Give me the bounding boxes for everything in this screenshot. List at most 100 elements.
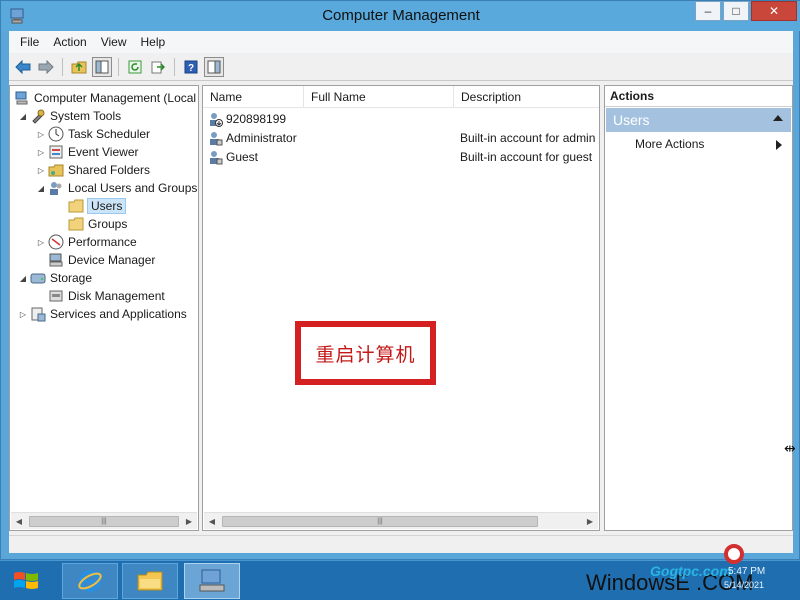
- expanded-arrow-icon[interactable]: ◢: [36, 184, 46, 193]
- start-button[interactable]: [6, 565, 46, 597]
- minimize-button[interactable]: –: [695, 1, 721, 21]
- column-header-description[interactable]: Description: [454, 86, 600, 108]
- tree-item-storage[interactable]: ◢ Storage: [18, 269, 92, 287]
- tree-item-local-users-groups[interactable]: ◢ Local Users and Groups: [36, 179, 197, 197]
- scrollbar-thumb[interactable]: |||: [222, 516, 538, 527]
- collapse-caret-icon[interactable]: [773, 115, 783, 121]
- clock-date[interactable]: 5/14/2021: [724, 580, 764, 590]
- export-list-icon: [151, 61, 165, 73]
- annotation-text: 重启计算机: [315, 343, 416, 366]
- list-horizontal-scrollbar[interactable]: ◀ ||| ▶: [204, 512, 598, 529]
- more-actions-item[interactable]: More Actions: [635, 137, 704, 151]
- user-full-name: [311, 110, 451, 129]
- tree-item-shared-folders[interactable]: ▷ Shared Folders: [36, 161, 150, 179]
- expanded-arrow-icon[interactable]: ◢: [18, 112, 28, 121]
- actions-title: Actions: [605, 86, 792, 107]
- close-button[interactable]: ✕: [751, 1, 797, 21]
- collapsed-arrow-icon[interactable]: ▷: [36, 130, 46, 139]
- collapsed-arrow-icon[interactable]: ▷: [36, 148, 46, 157]
- maximize-button[interactable]: □: [723, 1, 749, 21]
- title-bar[interactable]: Computer Management – □ ✕: [1, 1, 800, 31]
- disk-management-icon: [48, 288, 64, 304]
- help-button[interactable]: ?: [181, 57, 201, 77]
- tree-item-label: Task Scheduler: [68, 127, 151, 141]
- scroll-left-icon[interactable]: ◀: [205, 515, 219, 528]
- menu-file[interactable]: File: [13, 33, 46, 51]
- tree-item-system-tools[interactable]: ◢ System Tools: [18, 107, 121, 125]
- tree-item-computer-management[interactable]: Computer Management (Local: [12, 89, 196, 107]
- list-item[interactable]: 920898199: [203, 110, 599, 129]
- windows-logo-icon: [14, 572, 38, 589]
- back-button[interactable]: [13, 57, 33, 77]
- tree-item-label: Groups: [88, 217, 128, 231]
- resize-cursor-icon: ⇹: [784, 440, 796, 456]
- scroll-right-icon[interactable]: ▶: [583, 515, 597, 528]
- collapsed-arrow-icon[interactable]: ▷: [36, 166, 46, 175]
- column-header-full-name[interactable]: Full Name: [304, 86, 454, 108]
- list-item[interactable]: Administrator Built-in account for admin: [203, 129, 599, 148]
- shared-folders-icon: [48, 162, 64, 178]
- tree-item-groups[interactable]: Groups: [66, 215, 127, 233]
- users-list-pane[interactable]: Name Full Name Description 920898199 Adm…: [202, 85, 600, 531]
- device-manager-icon: [48, 252, 64, 268]
- system-tools-icon: [30, 108, 46, 124]
- up-folder-icon: [71, 61, 87, 73]
- tray-watermark-logo: Gogtpc.com: [650, 563, 732, 579]
- local-users-groups-icon: [48, 180, 64, 196]
- folder-icon: [68, 198, 84, 214]
- tree-item-users[interactable]: Users: [66, 197, 127, 215]
- user-icon: [208, 150, 223, 168]
- show-hide-console-tree-button[interactable]: [92, 56, 112, 77]
- scrollbar-thumb[interactable]: |||: [29, 516, 179, 527]
- tree-item-label: Shared Folders: [68, 163, 151, 177]
- tree-item-services-applications[interactable]: ▷ Services and Applications: [18, 305, 187, 323]
- scroll-left-icon[interactable]: ◀: [12, 515, 26, 528]
- show-hide-action-pane-button[interactable]: [204, 56, 224, 77]
- tree-item-device-manager[interactable]: Device Manager: [46, 251, 155, 269]
- taskbar-computer-management[interactable]: [184, 563, 240, 599]
- expanded-arrow-icon[interactable]: ◢: [18, 274, 28, 283]
- window-controls: – □ ✕: [695, 1, 797, 21]
- user-name: Guest: [226, 150, 259, 164]
- tree-item-label: Device Manager: [68, 253, 156, 267]
- tree-item-task-scheduler[interactable]: ▷ Task Scheduler: [36, 125, 150, 143]
- show-hide-console-tree-icon: [95, 60, 109, 73]
- export-list-button[interactable]: [148, 57, 168, 77]
- menu-view[interactable]: View: [94, 33, 134, 51]
- user-name: Administrator: [226, 131, 297, 145]
- scroll-right-icon[interactable]: ▶: [182, 515, 196, 528]
- tree-item-event-viewer[interactable]: ▷ Event Viewer: [36, 143, 139, 161]
- tree-horizontal-scrollbar[interactable]: ◀ ||| ▶: [11, 512, 197, 529]
- clock-time[interactable]: 5:47 PM: [728, 566, 765, 577]
- back-arrow-icon: [15, 59, 31, 74]
- toolbar-separator: [174, 57, 175, 76]
- menu-help[interactable]: Help: [134, 33, 173, 51]
- tree-item-label: Users: [86, 198, 127, 214]
- list-item[interactable]: Guest Built-in account for guest: [203, 148, 599, 167]
- actions-section-users[interactable]: Users: [606, 108, 791, 132]
- forward-button[interactable]: [36, 57, 56, 77]
- user-icon: [208, 131, 223, 149]
- tree-item-disk-management[interactable]: Disk Management: [46, 287, 165, 305]
- restart-computer-annotation: 重启计算机: [295, 321, 436, 385]
- refresh-button[interactable]: [125, 57, 145, 77]
- tree-item-performance[interactable]: ▷ Performance: [36, 233, 137, 251]
- column-header-name[interactable]: Name: [203, 86, 304, 108]
- taskbar-file-explorer[interactable]: [122, 563, 178, 599]
- tree-item-label: Disk Management: [68, 289, 165, 303]
- services-applications-icon: [30, 306, 46, 322]
- internet-explorer-icon: [78, 570, 102, 592]
- submenu-arrow-icon[interactable]: [776, 140, 782, 150]
- window-title: Computer Management: [322, 7, 480, 24]
- user-name: 920898199: [226, 112, 287, 126]
- collapsed-arrow-icon[interactable]: ▷: [18, 310, 28, 319]
- tree-item-label: Services and Applications: [50, 307, 187, 321]
- menu-action[interactable]: Action: [46, 33, 93, 51]
- task-scheduler-icon: [48, 126, 64, 142]
- up-one-level-button[interactable]: [69, 57, 89, 77]
- console-tree-pane[interactable]: Computer Management (Local ◢ System Tool…: [9, 85, 199, 531]
- tree-item-label: System Tools: [50, 109, 122, 123]
- toolbar-separator: [118, 57, 119, 76]
- taskbar-internet-explorer[interactable]: [62, 563, 118, 599]
- collapsed-arrow-icon[interactable]: ▷: [36, 238, 46, 247]
